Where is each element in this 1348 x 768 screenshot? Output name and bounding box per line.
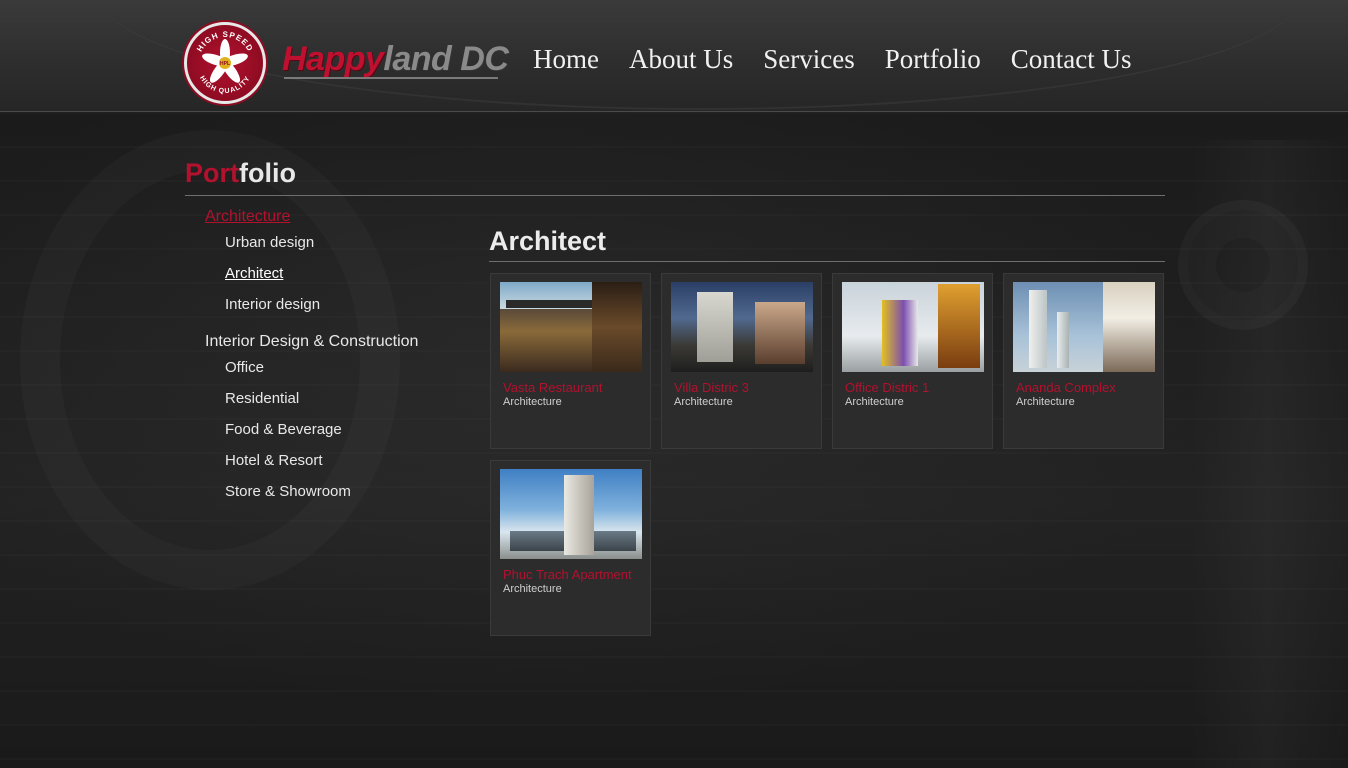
portfolio-card[interactable]: Villa Distric 3 Architecture xyxy=(661,273,822,449)
sidebar-item-architect[interactable]: Architect xyxy=(185,264,475,295)
project-title-link[interactable]: Office Distric 1 xyxy=(845,380,929,395)
sidebar-category-architecture[interactable]: Architecture xyxy=(185,207,475,233)
logo-text-grey: land DC xyxy=(383,40,509,78)
flower-icon: HIGH SPEED HIGH QUALITY HPL xyxy=(195,30,254,95)
site-header: HIGH SPEED HIGH QUALITY HPL Happyland DC… xyxy=(0,0,1348,112)
project-category: Architecture xyxy=(845,396,904,408)
thumb-shape xyxy=(938,284,980,368)
badge-center-text: HPL xyxy=(220,61,230,67)
sidebar-item-office[interactable]: Office xyxy=(185,358,475,389)
project-thumbnail[interactable] xyxy=(500,282,642,372)
nav-portfolio[interactable]: Portfolio xyxy=(885,44,981,75)
thumb-shape xyxy=(592,282,642,372)
site-logo[interactable]: Happyland DC xyxy=(282,40,509,79)
sidebar-category-interior-construction[interactable]: Interior Design & Construction xyxy=(185,332,475,358)
project-thumbnail[interactable] xyxy=(500,469,642,559)
sidebar-item-food-beverage[interactable]: Food & Beverage xyxy=(185,420,475,451)
sidebar-item-hotel-resort[interactable]: Hotel & Resort xyxy=(185,451,475,482)
portfolio-card[interactable]: Office Distric 1 Architecture xyxy=(832,273,993,449)
project-title-link[interactable]: Vasta Restaurant xyxy=(503,380,602,395)
thumb-shape xyxy=(697,292,733,362)
project-thumbnail[interactable] xyxy=(842,282,984,372)
project-category: Architecture xyxy=(674,396,733,408)
project-title-link[interactable]: Phuc Trach Apartment xyxy=(503,567,632,582)
nav-services[interactable]: Services xyxy=(763,44,854,75)
project-thumbnail[interactable] xyxy=(1013,282,1155,372)
project-title-link[interactable]: Villa Distric 3 xyxy=(674,380,749,395)
project-category: Architecture xyxy=(1016,396,1075,408)
thumb-shape xyxy=(564,475,594,555)
thumb-shape xyxy=(755,302,805,364)
sidebar-item-urban-design[interactable]: Urban design xyxy=(185,233,475,264)
section-title: Architect xyxy=(489,226,607,256)
nav-home[interactable]: Home xyxy=(533,44,599,75)
nav-contact-us[interactable]: Contact Us xyxy=(1011,44,1132,75)
project-title-link[interactable]: Ananda Complex xyxy=(1016,380,1116,395)
thumb-shape xyxy=(882,300,918,366)
sidebar-item-residential[interactable]: Residential xyxy=(185,389,475,420)
sidebar-item-interior-design[interactable]: Interior design xyxy=(185,295,475,326)
title-divider xyxy=(185,195,1165,196)
thumb-shape xyxy=(1029,290,1047,368)
page-title: Portfolio xyxy=(185,158,296,189)
thumb-shape xyxy=(1103,282,1155,372)
thumb-shape xyxy=(506,300,592,308)
nav-about-us[interactable]: About Us xyxy=(629,44,733,75)
logo-badge-icon[interactable]: HIGH SPEED HIGH QUALITY HPL xyxy=(184,22,266,104)
portfolio-sidebar: Architecture Urban design Architect Inte… xyxy=(185,205,475,513)
main-nav: Home About Us Services Portfolio Contact… xyxy=(518,44,1146,75)
project-thumbnail[interactable] xyxy=(671,282,813,372)
page-title-rest: folio xyxy=(239,158,296,188)
project-category: Architecture xyxy=(503,583,562,595)
thumb-shape xyxy=(1057,312,1069,368)
portfolio-card[interactable]: Phuc Trach Apartment Architecture xyxy=(490,460,651,636)
logo-text-red: Happy xyxy=(282,40,384,78)
background-scroll-ornament xyxy=(1178,200,1308,330)
portfolio-card[interactable]: Vasta Restaurant Architecture xyxy=(490,273,651,449)
page-title-accent: Port xyxy=(185,158,239,188)
portfolio-card[interactable]: Ananda Complex Architecture xyxy=(1003,273,1164,449)
svg-text:HIGH QUALITY: HIGH QUALITY xyxy=(198,75,252,95)
badge-bottom-text: HIGH QUALITY xyxy=(198,75,251,95)
sidebar-item-store-showroom[interactable]: Store & Showroom xyxy=(185,482,475,513)
project-category: Architecture xyxy=(503,396,562,408)
section-divider xyxy=(489,261,1165,262)
logo-underline xyxy=(284,77,498,79)
